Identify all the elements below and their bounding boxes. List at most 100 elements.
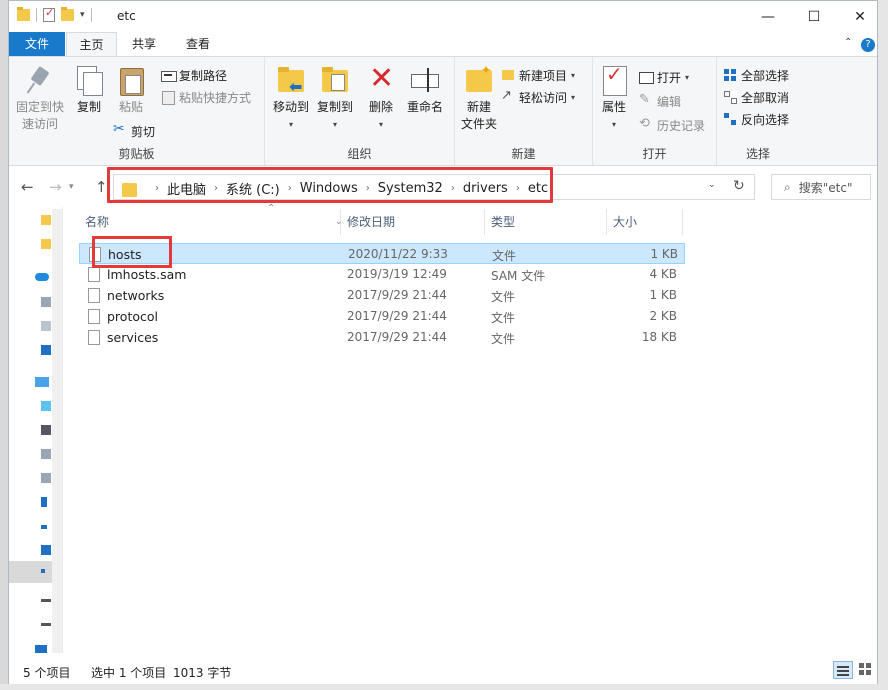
- nav-scrollbar[interactable]: [52, 209, 62, 653]
- divider: [36, 8, 37, 22]
- back-arrow-icon[interactable]: ←: [21, 178, 34, 196]
- rename-label: 重命名: [406, 100, 443, 114]
- this-pc-icon[interactable]: [35, 377, 49, 387]
- invert-selection-button[interactable]: 反向选择: [723, 109, 789, 129]
- paste-shortcut-button[interactable]: 粘贴快捷方式: [161, 87, 251, 107]
- new-folder-icon: [463, 62, 495, 96]
- new-folder-button[interactable]: 新建 文件夹: [459, 62, 499, 133]
- edit-button[interactable]: 编辑: [639, 91, 681, 111]
- paste-button[interactable]: 粘贴: [113, 64, 149, 116]
- rename-button[interactable]: 重命名: [403, 64, 447, 116]
- new-item-button[interactable]: 新建项目 ▾: [501, 65, 575, 85]
- drive-icon[interactable]: [41, 569, 45, 573]
- copy-path-label: 复制路径: [179, 68, 228, 83]
- drive-icon[interactable]: [41, 623, 51, 626]
- tab-share[interactable]: 共享: [119, 32, 169, 56]
- properties-label: 属性: [601, 100, 626, 114]
- up-arrow-icon[interactable]: ↑: [95, 178, 108, 196]
- easy-access-button[interactable]: 轻松访问 ▾: [501, 87, 575, 107]
- open-button[interactable]: 打开 ▾: [639, 67, 689, 87]
- desktop-icon[interactable]: [41, 473, 51, 483]
- pin-label: 固定到快 速访问: [15, 100, 64, 131]
- pictures-icon[interactable]: [41, 345, 51, 355]
- table-row[interactable]: protocol 2017/9/29 21:44 文件 2 KB: [79, 306, 685, 327]
- music-icon[interactable]: [41, 525, 47, 529]
- chevron-down-icon: ▾: [378, 120, 383, 129]
- history-button[interactable]: 历史记录: [639, 115, 705, 135]
- folder-icon[interactable]: [41, 239, 51, 249]
- tab-home[interactable]: 主页: [66, 32, 117, 57]
- select-none-button[interactable]: 全部取消: [723, 87, 789, 107]
- file-type: 文件: [491, 332, 516, 346]
- column-header-size[interactable]: 大小: [607, 209, 683, 235]
- pin-quick-access-button[interactable]: 固定到快 速访问: [15, 64, 65, 133]
- details-view-icon[interactable]: [833, 661, 853, 679]
- collapse-ribbon-chevron-icon[interactable]: ⌃: [844, 37, 852, 48]
- help-icon[interactable]: ?: [861, 38, 875, 52]
- maximize-button[interactable]: ☐: [791, 1, 837, 32]
- recent-locations-chevron-icon[interactable]: ▾: [69, 182, 74, 192]
- select-group: 全部选择 全部取消 反向选择 选择: [717, 57, 799, 165]
- address-history-chevron-icon[interactable]: ⌄: [708, 180, 716, 190]
- tab-file[interactable]: 文件: [9, 32, 65, 56]
- history-icon: [639, 116, 653, 132]
- scissors-icon: [113, 121, 127, 138]
- new-item-label: 新建项目: [519, 68, 568, 83]
- copy-to-icon: [319, 64, 351, 96]
- network-icon[interactable]: [35, 645, 47, 653]
- customize-qat-chevron-icon[interactable]: ▾: [80, 10, 85, 20]
- new-folder-icon[interactable]: [61, 7, 74, 21]
- search-input[interactable]: ⌕ 搜索"etc": [771, 174, 871, 200]
- open-icon: [639, 70, 654, 84]
- item-count: 5 个项目: [23, 666, 71, 680]
- desktop-icon[interactable]: [41, 297, 51, 307]
- copy-path-icon: [161, 68, 177, 82]
- column-header-date[interactable]: 修改日期: [341, 209, 485, 235]
- move-to-label: 移动到: [272, 100, 309, 114]
- easy-access-icon: [501, 88, 515, 104]
- chevron-down-icon: ▾: [288, 120, 293, 129]
- drive-icon[interactable]: [41, 599, 51, 602]
- forward-arrow-icon[interactable]: →: [49, 178, 62, 196]
- documents-icon[interactable]: [41, 321, 51, 331]
- select-all-button[interactable]: 全部选择: [723, 65, 789, 85]
- table-row[interactable]: services 2017/9/29 21:44 文件 18 KB: [79, 327, 685, 348]
- large-icons-view-icon[interactable]: [857, 661, 873, 677]
- videos-icon[interactable]: [41, 425, 51, 435]
- desktop-icon[interactable]: [41, 545, 51, 555]
- file-icon: [88, 267, 100, 282]
- delete-button[interactable]: 删除 ▾: [365, 62, 397, 133]
- table-row[interactable]: networks 2017/9/29 21:44 文件 1 KB: [79, 285, 685, 306]
- search-placeholder: 搜索"etc": [798, 180, 853, 195]
- properties-icon[interactable]: [43, 6, 55, 22]
- file-date: 2019/3/19 12:49: [347, 267, 447, 281]
- address-annotation-box: [107, 167, 553, 203]
- minimize-button[interactable]: —: [745, 1, 791, 32]
- downloads-icon[interactable]: [41, 497, 47, 507]
- move-to-button[interactable]: ⬅ 移动到 ▾: [271, 64, 311, 133]
- explorer-window: ▾ etc — ☐ ✕ 文件 主页 共享 查看 ⌃ ? 固定到快 速访问 复制: [8, 0, 878, 684]
- refresh-icon[interactable]: ↻: [733, 178, 745, 194]
- organize-group: ⬅ 移动到 ▾ 复制到 ▾ 删除 ▾ 重命名 组织: [265, 57, 455, 165]
- copy-path-button[interactable]: 复制路径: [161, 65, 227, 85]
- file-type: SAM 文件: [491, 269, 546, 283]
- invert-selection-label: 反向选择: [741, 112, 790, 127]
- properties-button[interactable]: 属性 ▾: [597, 64, 631, 133]
- file-type: 文件: [492, 249, 517, 263]
- column-headers: ⌃ 名称 ⌄ 修改日期 类型 大小: [71, 203, 691, 235]
- file-size: 1 KB: [649, 288, 677, 302]
- folder-icon[interactable]: [41, 215, 51, 225]
- documents-icon[interactable]: [41, 449, 51, 459]
- column-header-name[interactable]: 名称 ⌄: [79, 209, 343, 235]
- delete-icon: [365, 62, 397, 96]
- copy-button[interactable]: 复制: [71, 64, 107, 116]
- close-button[interactable]: ✕: [837, 1, 883, 32]
- onedrive-icon[interactable]: [35, 273, 49, 281]
- 3d-objects-icon[interactable]: [41, 401, 51, 411]
- copy-to-button[interactable]: 复制到 ▾: [315, 64, 355, 133]
- tab-view[interactable]: 查看: [173, 32, 223, 56]
- cut-button[interactable]: 剪切: [113, 121, 155, 141]
- file-name: protocol: [107, 309, 158, 324]
- column-header-type[interactable]: 类型: [485, 209, 607, 235]
- nav-selected-item[interactable]: [9, 561, 53, 583]
